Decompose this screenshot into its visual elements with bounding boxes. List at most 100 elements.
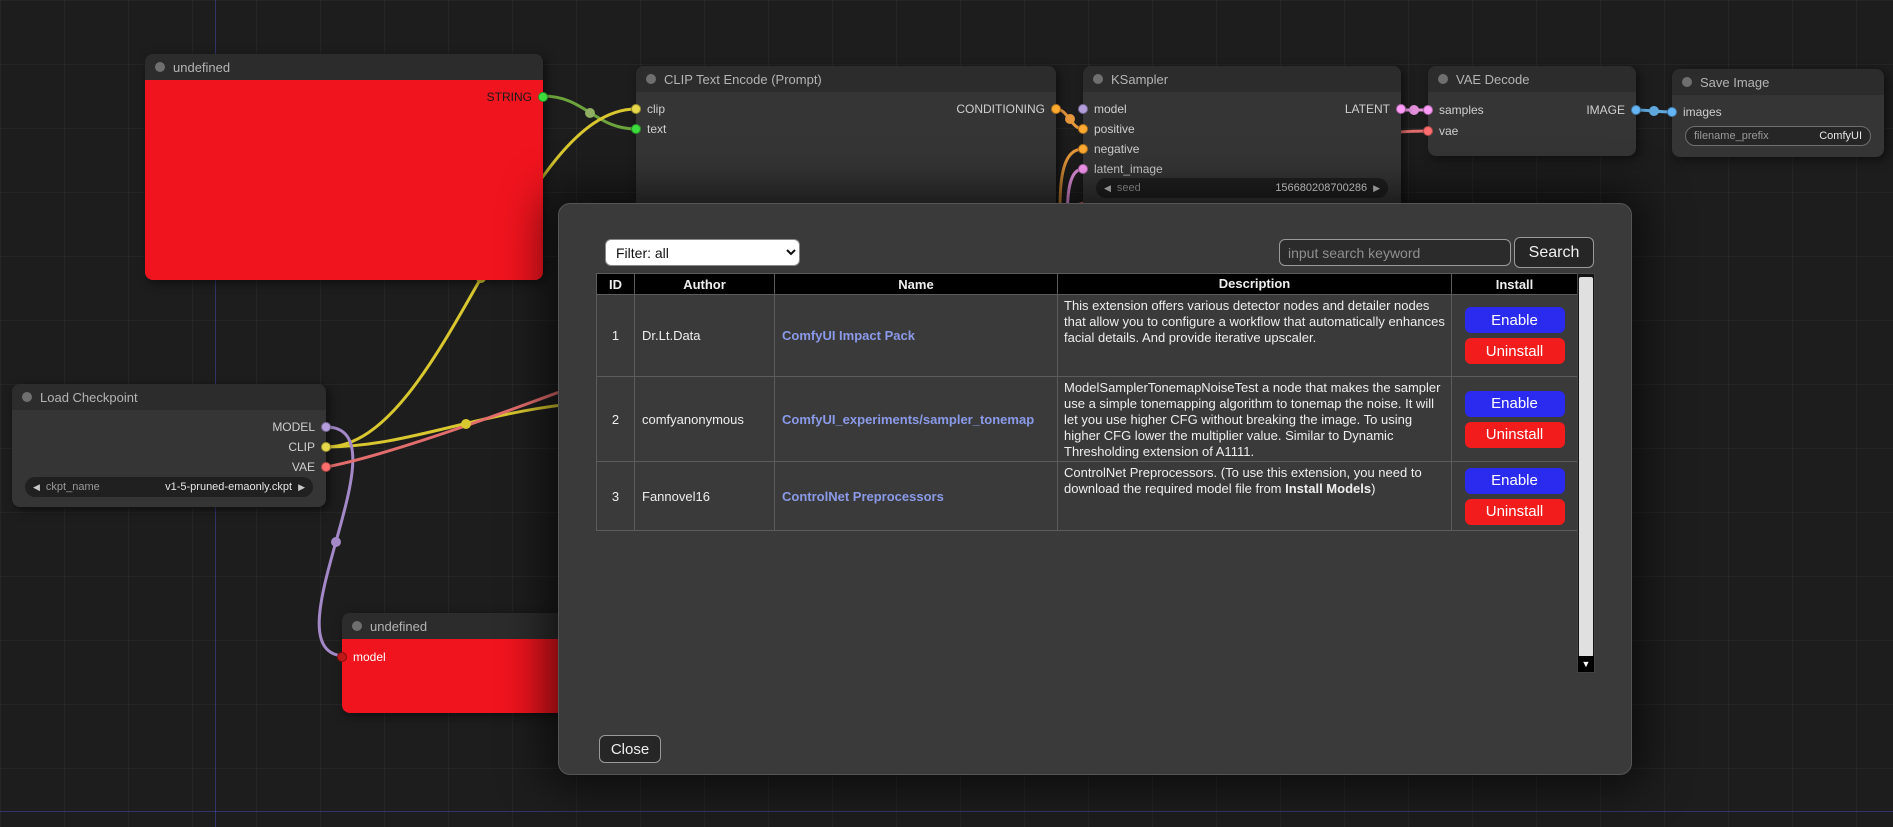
cell-id: 3 bbox=[597, 462, 635, 531]
search-button[interactable]: Search bbox=[1514, 237, 1594, 268]
input-port-model[interactable]: model bbox=[337, 650, 386, 664]
search-input[interactable] bbox=[1279, 239, 1511, 266]
vae-port-dot-icon[interactable] bbox=[321, 462, 331, 472]
uninstall-button[interactable]: Uninstall bbox=[1465, 338, 1565, 364]
input-port-vae[interactable]: vae bbox=[1423, 124, 1458, 138]
node-vae-decode[interactable]: VAE Decode samples vae IMAGE bbox=[1428, 66, 1636, 156]
port-label: samples bbox=[1439, 103, 1484, 117]
extension-link[interactable]: ComfyUI Impact Pack bbox=[782, 328, 915, 343]
input-port-clip[interactable]: clip bbox=[631, 102, 665, 116]
output-port-latent[interactable]: LATENT bbox=[1345, 102, 1406, 116]
ckpt-name-widget[interactable]: ◀ ckpt_name v1-5-pruned-emaonly.ckpt ▶ bbox=[25, 477, 313, 497]
seed-widget[interactable]: ◀ seed 156680208700286 ▶ bbox=[1096, 178, 1388, 198]
cell-author: comfyanonymous bbox=[635, 377, 775, 462]
latent-port-dot-icon[interactable] bbox=[1423, 105, 1433, 115]
port-label: clip bbox=[647, 102, 665, 116]
string-port-dot-icon[interactable] bbox=[631, 124, 641, 134]
input-port-latent-image[interactable]: latent_image bbox=[1078, 162, 1163, 176]
scroll-down-icon: ▼ bbox=[1582, 659, 1591, 669]
increment-arrow-icon[interactable]: ▶ bbox=[298, 482, 305, 493]
node-collapse-dot-icon[interactable] bbox=[1682, 77, 1692, 87]
node-graph-canvas[interactable]: undefined STRING CLIP Text Encode (Promp… bbox=[0, 0, 1893, 827]
conditioning-port-dot-icon[interactable] bbox=[1078, 144, 1088, 154]
clip-port-dot-icon[interactable] bbox=[631, 104, 641, 114]
filter-select[interactable]: Filter: all bbox=[605, 239, 800, 266]
widget-label: ckpt_name bbox=[46, 481, 100, 493]
latent-port-dot-icon[interactable] bbox=[1078, 164, 1088, 174]
node-save-image[interactable]: Save Image images filename_prefix ComfyU… bbox=[1672, 69, 1884, 157]
input-port-images[interactable]: images bbox=[1667, 105, 1722, 119]
input-port-text[interactable]: text bbox=[631, 122, 666, 136]
node-collapse-dot-icon[interactable] bbox=[155, 62, 165, 72]
decrement-arrow-icon[interactable]: ◀ bbox=[33, 482, 40, 493]
model-port-dot-icon[interactable] bbox=[337, 652, 347, 662]
cell-description: This extension offers various detector n… bbox=[1058, 295, 1452, 377]
cell-id: 1 bbox=[597, 295, 635, 377]
vae-port-dot-icon[interactable] bbox=[1423, 126, 1433, 136]
enable-button[interactable]: Enable bbox=[1465, 391, 1565, 417]
extension-link[interactable]: ComfyUI_experiments/sampler_tonemap bbox=[782, 412, 1034, 427]
description-after: ) bbox=[1371, 481, 1375, 496]
port-label: negative bbox=[1094, 142, 1139, 156]
enable-button[interactable]: Enable bbox=[1465, 468, 1565, 494]
output-port-image[interactable]: IMAGE bbox=[1586, 103, 1641, 117]
link-midpoint-dot bbox=[1649, 106, 1659, 116]
latent-port-dot-icon[interactable] bbox=[1396, 104, 1406, 114]
table-row: 2 comfyanonymous ComfyUI_experiments/sam… bbox=[597, 377, 1578, 462]
filename-prefix-widget[interactable]: filename_prefix ComfyUI bbox=[1685, 126, 1871, 146]
input-port-samples[interactable]: samples bbox=[1423, 103, 1484, 117]
input-port-positive[interactable]: positive bbox=[1078, 122, 1135, 136]
node-title: KSampler bbox=[1111, 72, 1168, 87]
header-install: Install bbox=[1452, 274, 1578, 295]
node-load-checkpoint[interactable]: Load Checkpoint MODEL CLIP VAE ◀ ckpt_na… bbox=[12, 384, 326, 507]
model-port-dot-icon[interactable] bbox=[1078, 104, 1088, 114]
node-collapse-dot-icon[interactable] bbox=[1438, 74, 1448, 84]
increment-arrow-icon[interactable]: ▶ bbox=[1373, 183, 1380, 194]
widget-label: seed bbox=[1117, 182, 1141, 194]
extension-link[interactable]: ControlNet Preprocessors bbox=[782, 489, 944, 504]
link-midpoint-dot bbox=[585, 108, 595, 118]
node-title: Load Checkpoint bbox=[40, 390, 138, 405]
node-collapse-dot-icon[interactable] bbox=[22, 392, 32, 402]
scroll-down-button[interactable]: ▼ bbox=[1578, 656, 1594, 672]
input-port-negative[interactable]: negative bbox=[1078, 142, 1139, 156]
node-collapse-dot-icon[interactable] bbox=[352, 621, 362, 631]
string-port-dot-icon[interactable] bbox=[538, 92, 548, 102]
port-label: LATENT bbox=[1345, 102, 1390, 116]
description-text: This extension offers various detector n… bbox=[1064, 298, 1445, 345]
conditioning-port-dot-icon[interactable] bbox=[1078, 124, 1088, 134]
table-header-row: ID Author Name Description Install bbox=[597, 274, 1578, 295]
cell-description: ControlNet Preprocessors. (To use this e… bbox=[1058, 462, 1452, 531]
table-scrollbar[interactable]: ▼ bbox=[1577, 273, 1595, 673]
output-port-clip[interactable]: CLIP bbox=[288, 440, 331, 454]
node-collapse-dot-icon[interactable] bbox=[646, 74, 656, 84]
custom-nodes-manager-dialog: Filter: all Search ID Author Name Descri… bbox=[558, 203, 1632, 775]
image-port-dot-icon[interactable] bbox=[1667, 107, 1677, 117]
input-port-model[interactable]: model bbox=[1078, 102, 1127, 116]
port-label: text bbox=[647, 122, 666, 136]
port-label: CLIP bbox=[288, 440, 315, 454]
link-midpoint-dot bbox=[1065, 114, 1075, 124]
output-port-model[interactable]: MODEL bbox=[272, 420, 331, 434]
scrollbar-thumb[interactable] bbox=[1579, 277, 1593, 657]
decrement-arrow-icon[interactable]: ◀ bbox=[1104, 183, 1111, 194]
widget-value: v1-5-pruned-emaonly.ckpt bbox=[165, 481, 292, 493]
enable-button[interactable]: Enable bbox=[1465, 307, 1565, 333]
port-label: vae bbox=[1439, 124, 1458, 138]
output-port-vae[interactable]: VAE bbox=[292, 460, 331, 474]
model-port-dot-icon[interactable] bbox=[321, 422, 331, 432]
cell-description: ModelSamplerTonemapNoiseTest a node that… bbox=[1058, 377, 1452, 462]
widget-label: filename_prefix bbox=[1694, 130, 1769, 142]
output-port-conditioning[interactable]: CONDITIONING bbox=[956, 102, 1061, 116]
clip-port-dot-icon[interactable] bbox=[321, 442, 331, 452]
close-button[interactable]: Close bbox=[599, 735, 661, 763]
uninstall-button[interactable]: Uninstall bbox=[1465, 499, 1565, 525]
node-collapse-dot-icon[interactable] bbox=[1093, 74, 1103, 84]
header-author: Author bbox=[635, 274, 775, 295]
output-port-string[interactable]: STRING bbox=[487, 90, 548, 104]
node-undefined-top[interactable]: undefined STRING bbox=[145, 54, 543, 280]
uninstall-button[interactable]: Uninstall bbox=[1465, 422, 1565, 448]
node-title: undefined bbox=[173, 60, 230, 75]
conditioning-port-dot-icon[interactable] bbox=[1051, 104, 1061, 114]
image-port-dot-icon[interactable] bbox=[1631, 105, 1641, 115]
